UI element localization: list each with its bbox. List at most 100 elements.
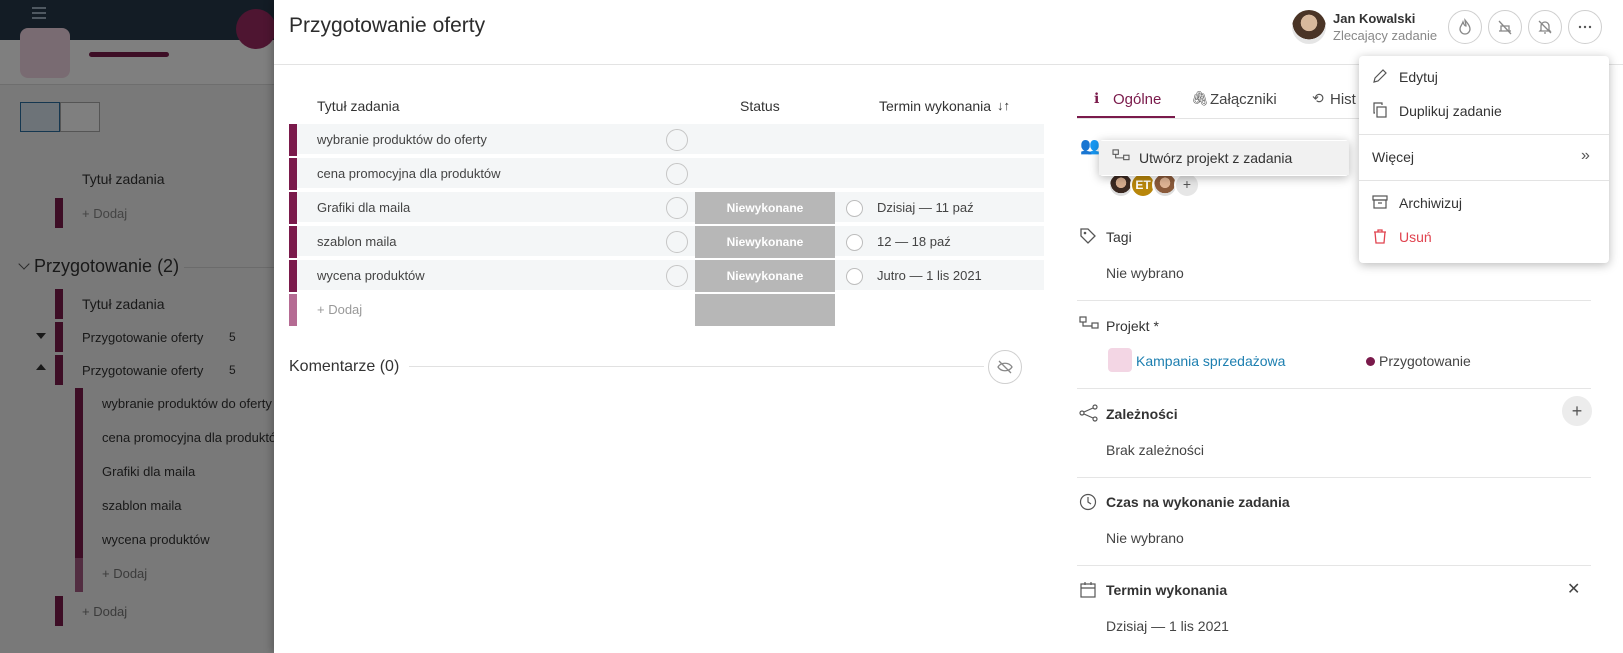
row-color-bar [289,192,297,224]
clock-icon [1079,493,1099,513]
eye-off-icon [997,360,1013,374]
table-row[interactable]: wybranie produktów do oferty [289,124,1044,156]
project-tree-icon [1079,316,1099,336]
more-options-button[interactable] [1568,10,1602,44]
tab-general[interactable]: ℹ Ogólne [1077,86,1175,118]
complete-checkbox[interactable] [846,200,863,217]
tab-attachments[interactable]: 🖇 Załączniki [1189,86,1299,118]
priority-button[interactable] [1448,10,1482,44]
complete-checkbox[interactable] [846,234,863,251]
row-color-bar [289,124,297,156]
project-stage[interactable]: Przygotowanie [1379,353,1471,369]
subtask-name[interactable]: wybranie produktów do oferty [317,132,487,147]
subtask-date[interactable]: Jutro — 1 lis 2021 [877,268,982,283]
subtask-name[interactable]: Grafiki dla maila [317,200,410,215]
subtask-date[interactable]: Dzisiaj — 11 paź [877,200,974,215]
menu-item-label: Więcej [1372,149,1415,165]
hand-off-icon [1498,20,1512,35]
col-header-status: Status [740,98,780,114]
page-title: Przygotowanie oferty [289,14,486,37]
col-header-deadline[interactable]: Termin wykonania [879,98,991,114]
status-badge[interactable]: Niewykonane [695,260,835,292]
subtask-name[interactable]: cena promocyjna dla produktów [317,166,501,181]
status-badge[interactable]: Niewykonane [695,192,835,224]
comments-visibility-button[interactable] [988,350,1022,384]
menu-item-label: Edytuj [1399,69,1438,85]
tag-icon [1079,227,1099,247]
copy-icon [1372,102,1390,120]
table-row[interactable]: wycena produktów Niewykonane Jutro — 1 l… [289,260,1044,292]
trash-icon [1372,228,1390,246]
subtask-name[interactable]: wycena produktów [317,268,425,283]
info-icon: ℹ [1094,90,1100,106]
project-title: Projekt * [1106,318,1159,334]
menu-item-label: Utwórz projekt z zadania [1139,150,1293,166]
row-color-bar [289,158,297,190]
tab-label: Ogólne [1113,91,1162,108]
user-role: Zlecający zadanie [1333,28,1438,43]
section-divider [1077,388,1591,389]
project-logo [1108,348,1132,372]
table-row-add[interactable]: + Dodaj [289,294,1044,326]
bell-off-icon [1538,20,1552,34]
menu-item-duplicate[interactable]: Duplikuj zadanie [1359,94,1609,128]
table-row[interactable]: Grafiki dla maila Niewykonane Dzisiaj — … [289,192,1044,224]
menu-item-edit[interactable]: Edytuj [1359,60,1609,94]
ellipsis-icon [1578,25,1592,29]
project-link[interactable]: Kampania sprzedażowa [1136,353,1285,369]
paperclip-icon: 🖇 [1191,90,1209,106]
row-color-bar [289,294,297,326]
clear-deadline-icon[interactable]: ✕ [1567,579,1580,599]
dependencies-value: Brak zależności [1106,442,1205,458]
section-divider [1077,300,1591,301]
add-subtask-link[interactable]: + Dodaj [317,302,362,317]
menu-item-more[interactable]: Więcej » [1359,140,1609,174]
dependencies-title: Zależności [1106,406,1178,422]
dependencies-icon [1079,404,1099,424]
tags-title: Tagi [1106,229,1132,245]
row-color-bar [289,260,297,292]
assignee-icon[interactable] [666,265,688,287]
menu-item-create-project[interactable]: Utwórz projekt z zadania [1099,141,1349,175]
tags-value[interactable]: Nie wybrano [1106,265,1184,281]
section-divider [1077,565,1591,566]
tab-label: Hist [1330,91,1356,108]
comments-divider [409,366,984,367]
project-tree-icon [1112,149,1130,167]
table-row[interactable]: szablon maila Niewykonane 12 — 18 paź [289,226,1044,258]
complete-checkbox[interactable] [846,268,863,285]
section-divider [1077,477,1591,478]
menu-divider [1359,180,1609,181]
col-header-title: Tytuł zadania [317,98,400,114]
subtask-name[interactable]: szablon maila [317,234,397,249]
menu-item-archive[interactable]: Archiwizuj [1359,186,1609,220]
subtask-date[interactable]: 12 — 18 paź [877,234,951,249]
history-icon: ⟲ [1312,90,1324,106]
row-color-bar [289,226,297,258]
menu-item-delete[interactable]: Usuń [1359,220,1609,254]
hand-off-button[interactable] [1488,10,1522,44]
status-badge[interactable]: Niewykonane [695,226,835,258]
time-value[interactable]: Nie wybrano [1106,530,1184,546]
time-title: Czas na wykonanie zadania [1106,494,1290,510]
deadline-title: Termin wykonania [1106,582,1228,598]
menu-item-label: Duplikuj zadanie [1399,103,1502,119]
assignee-icon[interactable] [666,197,688,219]
menu-item-label: Usuń [1399,229,1432,245]
comments-title: Komentarze (0) [289,358,400,375]
notifications-button[interactable] [1528,10,1562,44]
options-menu: Edytuj Duplikuj zadanie Więcej » Archiwi… [1359,56,1609,263]
table-row[interactable]: cena promocyjna dla produktów [289,158,1044,190]
flame-icon [1459,18,1471,35]
sort-icon[interactable]: ↓↑ [997,98,1010,113]
calendar-icon [1079,581,1099,601]
deadline-value[interactable]: Dzisiaj — 1 lis 2021 [1106,618,1229,634]
assignee-icon[interactable] [666,231,688,253]
double-chevron-right-icon: » [1581,147,1590,164]
avatar[interactable] [1292,10,1326,44]
user-name: Jan Kowalski [1333,11,1416,26]
status-placeholder [695,294,835,326]
assignee-icon[interactable] [666,163,688,185]
add-dependency-button[interactable]: + [1562,396,1592,426]
assignee-icon[interactable] [666,129,688,151]
